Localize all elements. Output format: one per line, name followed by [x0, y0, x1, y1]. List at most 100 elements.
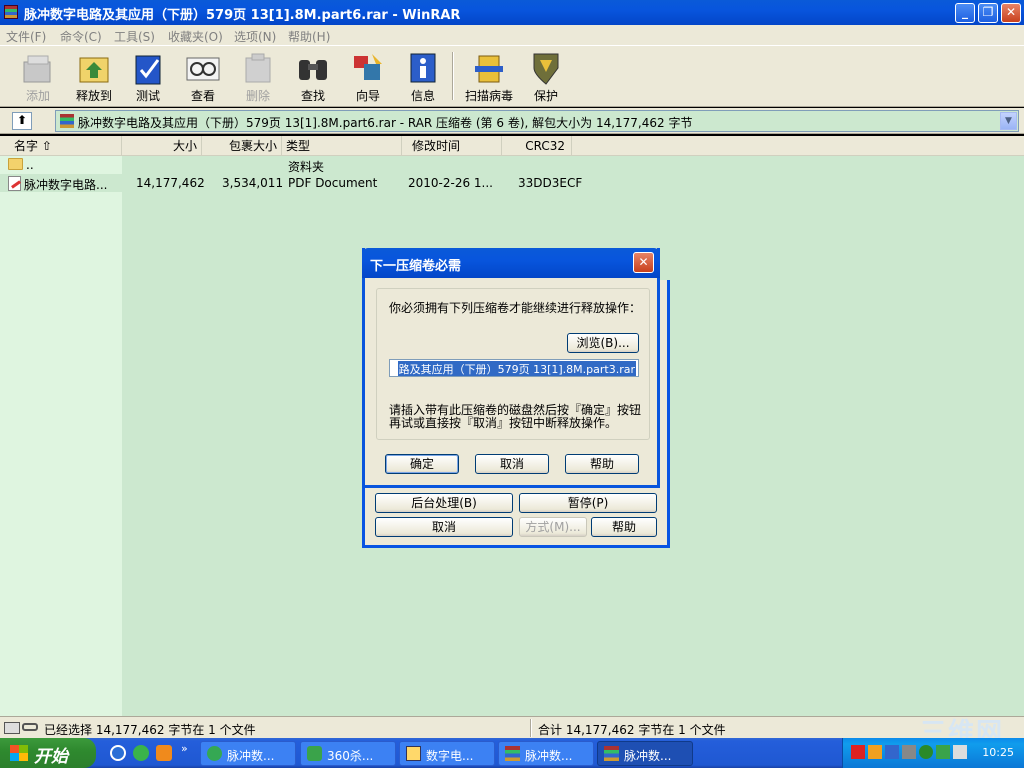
- key-icon[interactable]: [22, 723, 38, 731]
- mode-button[interactable]: 方式(M)...: [519, 517, 587, 537]
- menu-favorites[interactable]: 收藏夹(O): [168, 28, 223, 45]
- browse-button[interactable]: 浏览(B)...: [567, 333, 639, 353]
- minimize-button[interactable]: _: [955, 3, 975, 23]
- menu-file[interactable]: 文件(F): [6, 28, 46, 45]
- 360-shield-icon[interactable]: [936, 745, 950, 759]
- window-title: 脉冲数字电路及其应用（下册）579页 13[1].8M.part6.rar - …: [24, 8, 461, 23]
- column-packed[interactable]: 包裹大小: [202, 136, 282, 156]
- protect-button[interactable]: 保护: [518, 50, 574, 104]
- start-label: 开始: [34, 747, 68, 767]
- add-button[interactable]: 添加: [10, 50, 66, 104]
- row-type: 资料夹: [288, 160, 325, 174]
- find-button[interactable]: 查找: [285, 50, 341, 104]
- pause-button[interactable]: 暂停(P): [519, 493, 657, 513]
- taskbar-item-3[interactable]: 数字电...: [399, 741, 495, 766]
- info-button[interactable]: 信息: [395, 50, 451, 104]
- quicklaunch-app-icon[interactable]: [156, 745, 172, 761]
- tray-icon[interactable]: [868, 745, 882, 759]
- ok-button[interactable]: 确定: [385, 454, 459, 474]
- ie-icon[interactable]: [110, 745, 126, 761]
- progress-cancel-button[interactable]: 取消: [375, 517, 513, 537]
- name-column-highlight: [0, 136, 122, 716]
- taskbar-item-1[interactable]: 脉冲数...: [200, 741, 296, 766]
- column-crc[interactable]: CRC32: [502, 136, 572, 156]
- address-dropdown-button[interactable]: ▼: [1000, 112, 1017, 130]
- network-icon[interactable]: [902, 745, 916, 759]
- taskbar-item-4[interactable]: 脉冲数...: [498, 741, 594, 766]
- column-name[interactable]: 名字 ⇧: [0, 136, 122, 156]
- document-icon: [406, 746, 421, 761]
- 360-browser-icon[interactable]: [133, 745, 149, 761]
- 360-shield-icon: [307, 746, 322, 761]
- dialog-titlebar[interactable]: 下一压缩卷必需 ✕: [362, 248, 660, 278]
- extract-to-button[interactable]: 释放到: [66, 50, 122, 104]
- delete-icon: [245, 53, 271, 83]
- up-folder-button[interactable]: ⬆: [12, 112, 32, 130]
- address-text: 脉冲数字电路及其应用（下册）579页 13[1].8M.part6.rar - …: [78, 116, 693, 130]
- view-button[interactable]: 查看: [175, 50, 231, 104]
- wizard-icon: [354, 54, 382, 80]
- virus-scan-icon: [475, 55, 503, 83]
- test-button[interactable]: 测试: [120, 50, 176, 104]
- column-modified[interactable]: 修改时间: [402, 136, 502, 156]
- tray-icon[interactable]: [851, 745, 865, 759]
- wizard-button[interactable]: 向导: [340, 50, 396, 104]
- maximize-button[interactable]: ❐: [978, 3, 998, 23]
- dialog-instruction-2: 再试或直接按『取消』按钮中断释放操作。: [389, 416, 618, 430]
- dialog-group-box: 你必须拥有下列压缩卷才能继续进行释放操作： 浏览(B)... 路及其应用（下册）…: [376, 288, 650, 440]
- row-name: ..: [26, 158, 34, 172]
- menu-help[interactable]: 帮助(H): [288, 28, 330, 45]
- volume-path-field[interactable]: 路及其应用（下册）579页 13[1].8M.part3.rar: [389, 359, 639, 377]
- taskbar-item-5[interactable]: 脉冲数...: [597, 741, 693, 766]
- winrar-icon: [604, 746, 619, 761]
- column-type[interactable]: 类型: [282, 136, 402, 156]
- row-size: 14,177,462: [136, 176, 205, 190]
- tray-icon[interactable]: [919, 745, 933, 759]
- task-label: 脉冲数...: [525, 749, 573, 763]
- wizard-label: 向导: [355, 89, 380, 103]
- app-icon: [207, 746, 222, 761]
- clock[interactable]: 10:25: [982, 746, 1014, 759]
- scan-virus-label: 扫描病毒: [464, 89, 513, 103]
- menu-options[interactable]: 选项(N): [234, 28, 276, 45]
- menu-command[interactable]: 命令(C): [60, 28, 102, 45]
- row-type: PDF Document: [288, 176, 378, 190]
- background-button[interactable]: 后台处理(B): [375, 493, 513, 513]
- progress-help-button[interactable]: 帮助: [591, 517, 657, 537]
- status-total: 合计 14,177,462 字节在 1 个文件: [538, 723, 726, 737]
- winrar-icon: [4, 5, 18, 19]
- winrar-icon: [505, 746, 520, 761]
- start-button[interactable]: 开始: [0, 738, 96, 768]
- drive-icon[interactable]: [4, 722, 20, 734]
- cancel-button[interactable]: 取消: [475, 454, 549, 474]
- list-item[interactable]: .. 资料夹: [0, 156, 572, 174]
- taskbar-item-2[interactable]: 360杀...: [300, 741, 396, 766]
- binoculars-icon: [299, 60, 327, 80]
- menu-bar: 文件(F) 命令(C) 工具(S) 收藏夹(O) 选项(N) 帮助(H): [0, 25, 1024, 45]
- column-size[interactable]: 大小: [122, 136, 202, 156]
- folder-icon: [8, 158, 23, 170]
- row-packed: 3,534,011: [222, 176, 284, 190]
- help-button[interactable]: 帮助: [565, 454, 639, 474]
- column-header: 名字 ⇧ 大小 包裹大小 类型 修改时间 CRC32: [0, 136, 1024, 156]
- scan-virus-button[interactable]: 扫描病毒: [460, 50, 518, 104]
- dialog-title: 下一压缩卷必需: [370, 259, 462, 274]
- dialog-close-button[interactable]: ✕: [633, 252, 654, 273]
- close-button[interactable]: ✕: [1001, 3, 1021, 23]
- address-field[interactable]: 脉冲数字电路及其应用（下册）579页 13[1].8M.part6.rar - …: [55, 110, 1019, 132]
- add-icon: [23, 55, 51, 83]
- status-selected: 已经选择 14,177,462 字节在 1 个文件: [44, 723, 256, 737]
- list-item[interactable]: 脉冲数字电路... 14,177,462 3,534,011 PDF Docum…: [0, 174, 582, 192]
- task-label: 数字电...: [426, 749, 474, 763]
- quicklaunch-chevron[interactable]: »: [181, 742, 188, 755]
- info-label: 信息: [410, 89, 435, 103]
- tray-icon[interactable]: [885, 745, 899, 759]
- rar-archive-icon: [60, 114, 74, 128]
- menu-tools[interactable]: 工具(S): [114, 28, 155, 45]
- window-titlebar[interactable]: 脉冲数字电路及其应用（下册）579页 13[1].8M.part6.rar - …: [0, 0, 1024, 25]
- delete-label: 删除: [245, 89, 270, 103]
- delete-button[interactable]: 删除: [230, 50, 286, 104]
- volume-icon[interactable]: [953, 745, 967, 759]
- taskbar: 开始 » 脉冲数... 360杀... 数字电... 脉冲数... 脉冲数...…: [0, 738, 1024, 768]
- address-bar: ⬆ 脉冲数字电路及其应用（下册）579页 13[1].8M.part6.rar …: [0, 108, 1024, 134]
